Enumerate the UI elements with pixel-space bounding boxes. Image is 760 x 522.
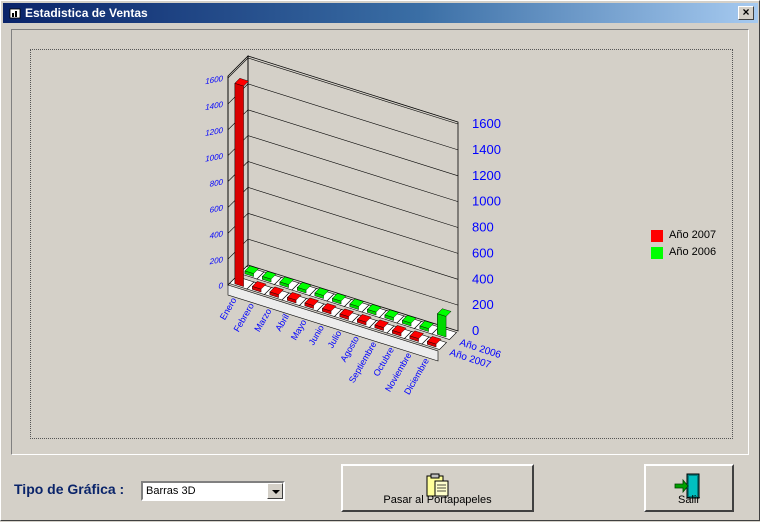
left-axis-tick: 1200	[205, 126, 223, 138]
left-axis-tick: 800	[210, 177, 224, 188]
bar-front-0-0	[234, 83, 244, 287]
left-axis-tick: 1400	[205, 100, 223, 112]
left-axis-tick: 200	[209, 255, 224, 267]
legend-swatch-2006	[651, 247, 663, 259]
category-tick: Marzo	[252, 307, 273, 334]
legend-label-2007: Año 2007	[669, 229, 717, 241]
right-axis-tick: 1200	[472, 168, 501, 183]
right-axis-tick: 600	[472, 245, 494, 260]
main-window: Estadistica de Ventas × 0 200 400 600 800 100…	[0, 0, 760, 521]
copy-to-clipboard-label: Pasar al Portapapeles	[383, 494, 492, 506]
copy-to-clipboard-button[interactable]: Pasar al Portapapeles	[341, 464, 534, 512]
legend-label-2006: Año 2006	[669, 246, 717, 258]
right-axis-tick: 1000	[472, 194, 501, 209]
right-axis-tick: 1400	[472, 142, 501, 157]
right-axis-tick: 400	[472, 271, 494, 286]
left-axis-tick: 1000	[205, 152, 223, 164]
chart-3d-bars: 0 200 400 600 800 1000 1200 1400 1600 0 200 400 600 8…	[205, 55, 503, 396]
category-tick: Julio	[326, 329, 344, 350]
bar-front-1-11	[437, 313, 447, 338]
left-axis-tick: 1600	[205, 74, 223, 86]
right-axis-tick: 0	[472, 323, 479, 338]
category-tick: Enero	[218, 296, 239, 322]
right-axis-tick: 800	[472, 220, 494, 235]
chevron-down-icon[interactable]	[267, 483, 283, 499]
exit-button[interactable]: Salir	[644, 464, 734, 512]
chart-type-value: Barras 3D	[146, 485, 196, 497]
category-tick: Abril	[273, 312, 291, 333]
left-axis-tick: 400	[210, 229, 224, 240]
category-tick: Junio	[307, 323, 326, 347]
right-axis-tick: 1600	[472, 116, 501, 131]
right-axis-tick: 200	[472, 297, 494, 312]
legend-swatch-2007	[651, 230, 663, 242]
chart-type-select[interactable]: Barras 3D	[141, 481, 285, 501]
category-tick: Mayo	[289, 318, 309, 342]
left-axis-tick: 0	[219, 281, 224, 291]
left-axis-tick: 600	[210, 203, 224, 214]
chart-type-label: Tipo de Gráfica :	[14, 481, 125, 497]
exit-label: Salir	[677, 494, 700, 506]
